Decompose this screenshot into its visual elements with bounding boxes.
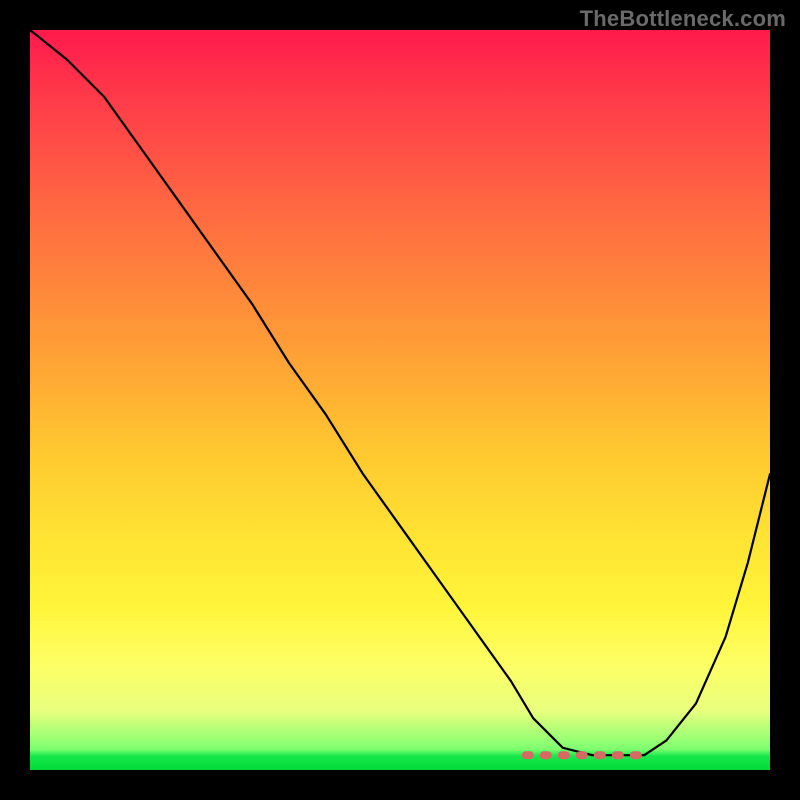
- watermark-text: TheBottleneck.com: [580, 6, 786, 32]
- curve-layer: [30, 30, 770, 770]
- plot-area: [30, 30, 770, 770]
- chart-container: TheBottleneck.com: [0, 0, 800, 800]
- bottleneck-curve: [30, 30, 770, 755]
